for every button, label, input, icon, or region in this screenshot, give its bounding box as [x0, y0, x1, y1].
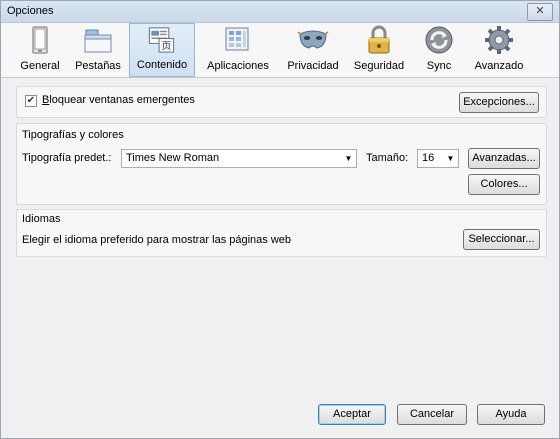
- tab-general-label: General: [20, 60, 60, 72]
- choose-language-button[interactable]: Seleccionar...: [463, 229, 540, 250]
- chevron-down-icon: ▼: [344, 154, 353, 163]
- fonts-colors-title: Tipografías y colores: [22, 129, 124, 141]
- tab-general[interactable]: General: [17, 23, 63, 77]
- tab-security-label: Seguridad: [353, 60, 405, 72]
- security-lock-icon: [368, 25, 390, 54]
- tab-tabs-label: Pestañas: [75, 60, 121, 72]
- window-title: Opciones: [7, 5, 54, 17]
- svg-text:页: 页: [162, 40, 172, 52]
- title-bar: Opciones ✕: [1, 1, 559, 23]
- font-size-select[interactable]: 16 ▼: [417, 149, 459, 168]
- sync-icon: [425, 26, 453, 54]
- privacy-mask-icon: [297, 30, 329, 49]
- exceptions-button[interactable]: Excepciones...: [459, 92, 539, 113]
- tab-advanced[interactable]: Avanzado: [471, 23, 527, 77]
- default-font-label: Tipografía predet.:: [22, 152, 112, 164]
- chevron-down-icon: ▼: [446, 154, 455, 163]
- general-icon: [32, 26, 48, 54]
- languages-description: Elegir el idioma preferido para mostrar …: [22, 234, 292, 246]
- tab-security[interactable]: Seguridad: [352, 23, 406, 77]
- size-label: Tamaño:: [366, 152, 409, 164]
- content-icon: 页: [148, 27, 175, 53]
- help-button[interactable]: Ayuda: [477, 404, 545, 425]
- tab-content-label: Contenido: [136, 59, 188, 71]
- tab-privacy-label: Privacidad: [287, 60, 339, 72]
- tab-tabs[interactable]: Pestañas: [73, 23, 123, 77]
- font-size-value: 16: [422, 152, 435, 164]
- tab-privacy[interactable]: Privacidad: [284, 23, 342, 77]
- close-button[interactable]: ✕: [527, 3, 553, 21]
- fonts-colors-group: Tipografías y colores Tipografía predet.…: [16, 123, 547, 205]
- applications-icon: [225, 27, 249, 51]
- tab-advanced-label: Avanzado: [474, 60, 524, 72]
- tab-sync[interactable]: Sync: [422, 23, 456, 77]
- gear-icon: [485, 26, 513, 54]
- options-window: Opciones ✕ General Pestañas 页 Contenido …: [0, 0, 560, 439]
- tabs-icon: [84, 29, 112, 53]
- tab-content[interactable]: 页 Contenido: [129, 23, 195, 77]
- preferences-toolbar: General Pestañas 页 Contenido Aplicacione…: [1, 23, 559, 78]
- languages-title: Idiomas: [22, 213, 61, 225]
- colors-button[interactable]: Colores...: [468, 174, 540, 195]
- languages-group: Idiomas Elegir el idioma preferido para …: [16, 209, 547, 257]
- cancel-button[interactable]: Cancelar: [397, 404, 467, 425]
- tab-applications[interactable]: Aplicaciones: [203, 23, 273, 77]
- popups-section: ✔ Bloquear ventanas emergentes Excepcion…: [16, 86, 547, 118]
- default-font-select[interactable]: Times New Roman ▼: [121, 149, 357, 168]
- block-popups-checkbox[interactable]: ✔: [25, 95, 37, 107]
- tab-applications-label: Aplicaciones: [207, 60, 269, 72]
- ok-button[interactable]: Aceptar: [318, 404, 386, 425]
- default-font-value: Times New Roman: [126, 152, 220, 164]
- tab-sync-label: Sync: [426, 60, 452, 72]
- block-popups-label[interactable]: Bloquear ventanas emergentes: [42, 94, 195, 106]
- advanced-fonts-button[interactable]: Avanzadas...: [468, 148, 540, 169]
